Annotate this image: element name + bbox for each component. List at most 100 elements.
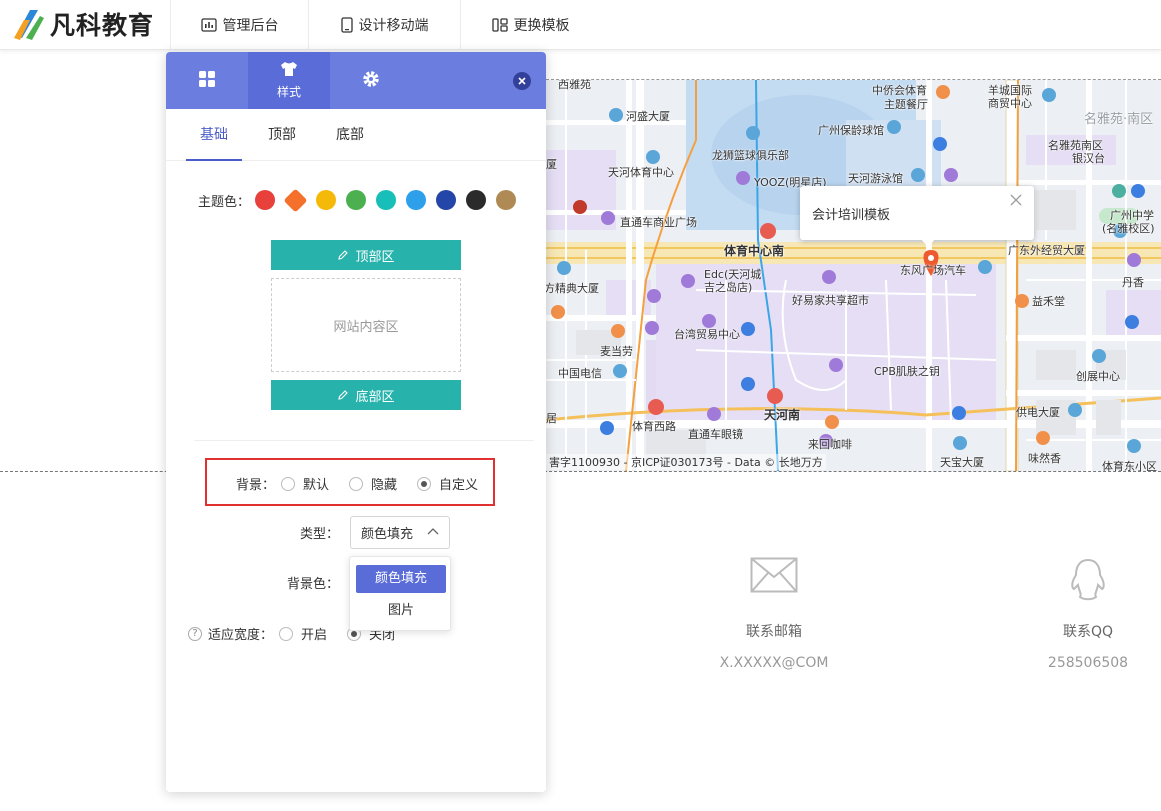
popup-arrow xyxy=(920,238,936,247)
map-label: 直通车眼镜 xyxy=(688,428,743,441)
nav-change-template[interactable]: 更换模板 xyxy=(460,0,600,50)
nav-template-label: 更换模板 xyxy=(513,18,570,34)
map-label: 主题餐厅 xyxy=(884,98,928,111)
theme-swatch-teal[interactable] xyxy=(376,190,397,210)
map-label: 来回咖啡 xyxy=(808,438,852,451)
theme-swatch-green[interactable] xyxy=(346,190,367,210)
bg-color-label: 背景色： xyxy=(287,577,340,592)
map-label: 创展中心 xyxy=(1076,370,1120,383)
panel-close-button[interactable] xyxy=(513,72,531,90)
theme-swatch-orange[interactable] xyxy=(283,187,308,213)
theme-swatch-yellow[interactable] xyxy=(316,190,337,210)
bottom-area-button[interactable]: 底部区 xyxy=(271,380,461,410)
map-label: 名雅苑·南区 xyxy=(1084,112,1154,127)
map-label: 商贸中心 xyxy=(988,97,1032,110)
fit-width-on-radio[interactable] xyxy=(279,626,294,641)
background-default-radio[interactable] xyxy=(281,476,296,491)
tab-settings[interactable] xyxy=(330,52,412,109)
tab-layout[interactable] xyxy=(166,52,248,109)
map-label: 广东外经贸大厦 xyxy=(1008,244,1085,257)
bottom-area-label: 底部区 xyxy=(355,389,395,405)
type-select[interactable]: 颜色填充 xyxy=(350,516,450,549)
map-label: 中国电信 xyxy=(558,367,602,380)
map-label: 东风广场汽车 xyxy=(900,264,966,277)
dropdown-option-image[interactable]: 图片 xyxy=(356,597,446,625)
type-label: 类型： xyxy=(300,527,340,542)
popup-title: 会计培训模板 xyxy=(812,208,891,223)
theme-swatch-blue[interactable] xyxy=(406,190,427,210)
fit-width-label: 适应宽度： xyxy=(208,628,274,643)
subtab-top[interactable]: 顶部 xyxy=(256,109,308,161)
help-icon[interactable]: ? xyxy=(188,626,202,641)
type-select-value: 颜色填充 xyxy=(361,527,414,542)
panel-header: 样式 xyxy=(166,52,546,109)
contact-email-value: X.XXXXX@COM xyxy=(719,655,829,671)
map-label: 体育中心南 xyxy=(724,244,785,258)
dropdown-option-color-fill[interactable]: 颜色填充 xyxy=(356,565,446,593)
contact-qq-label: 联系QQ xyxy=(1062,624,1114,640)
nav-mobile-label: 设计移动端 xyxy=(358,18,429,34)
nav-mobile-design[interactable]: 设计移动端 xyxy=(308,0,460,50)
map-label: 龙狮篮球俱乐部 xyxy=(712,149,789,162)
map-label: 供电大厦 xyxy=(1016,406,1060,419)
pencil-icon xyxy=(337,389,349,401)
grid-icon xyxy=(198,70,216,92)
map-label: 体育东小区 xyxy=(1102,460,1157,471)
background-custom-radio[interactable] xyxy=(417,476,432,491)
map-label: 厦 xyxy=(546,158,557,171)
style-panel: 样式 基础 顶部 底部 主题色： 顶部区 网站内容区 底部区 背景： 默认 隐藏… xyxy=(166,52,546,792)
map-label: 味然香 xyxy=(1028,452,1061,465)
map-label: 天河游泳馆 xyxy=(848,172,903,185)
map-label: 方精典大厦 xyxy=(546,282,599,295)
theme-swatch-navy[interactable] xyxy=(436,190,457,210)
map-label: 体育西路 xyxy=(632,420,676,433)
dashboard-icon xyxy=(200,18,217,32)
map-label: 益禾堂 xyxy=(1032,295,1065,308)
logo-text: 凡科教育 xyxy=(50,11,155,40)
map-widget[interactable]: 西雅苑 天河体育中心 龙狮篮球俱乐部 广州保龄球馆 中侨会体育 主题餐厅 羊城国… xyxy=(546,80,1161,471)
map-label: 直通车商业广场 xyxy=(620,216,697,229)
mobile-icon xyxy=(340,17,353,33)
type-dropdown-menu: 颜色填充 图片 xyxy=(349,556,451,631)
tab-style-label: 样式 xyxy=(276,85,301,99)
mail-icon xyxy=(714,557,834,605)
contact-email: 联系邮箱 X.XXXXX@COM xyxy=(714,557,834,671)
logo-icon xyxy=(10,6,46,42)
background-label: 背景： xyxy=(236,478,276,493)
popup-close-icon[interactable] xyxy=(1010,194,1026,210)
subtab-basic[interactable]: 基础 xyxy=(186,109,242,161)
qq-icon xyxy=(1028,557,1148,605)
map-label: 天河南 xyxy=(764,408,801,422)
theme-swatch-gold[interactable] xyxy=(496,190,517,210)
background-radio-group: 背景： 默认 隐藏 自定义 xyxy=(236,474,498,493)
nav-admin[interactable]: 管理后台 xyxy=(170,0,308,50)
template-icon xyxy=(491,18,508,32)
contact-email-label: 联系邮箱 xyxy=(746,624,802,640)
background-default-label: 默认 xyxy=(303,478,330,493)
fit-width-on-label: 开启 xyxy=(301,628,328,643)
map-label: 居 xyxy=(546,412,557,425)
subtab-bottom[interactable]: 底部 xyxy=(324,109,376,161)
map-label: 天宝大厦 xyxy=(940,456,984,469)
map-label: 银汉台 xyxy=(1072,152,1105,165)
theme-swatch-black[interactable] xyxy=(466,190,487,210)
background-hidden-radio[interactable] xyxy=(349,476,364,491)
theme-color-row: 主题色： xyxy=(198,187,526,213)
map-label: CPB肌肤之钥 xyxy=(874,365,940,378)
top-area-button[interactable]: 顶部区 xyxy=(271,240,461,270)
theme-swatch-red[interactable] xyxy=(255,190,276,210)
top-area-label: 顶部区 xyxy=(355,249,395,265)
logo[interactable]: 凡科教育 xyxy=(10,4,154,44)
pencil-icon xyxy=(337,249,349,261)
top-bar: 凡科教育 管理后台 设计移动端 更换模板 xyxy=(0,0,1161,50)
map-label: 好易家共享超市 xyxy=(792,294,869,307)
section-divider xyxy=(194,440,534,441)
gear-icon xyxy=(362,70,380,92)
map-copyright: 害字1100930 - 京ICP证030173号 - Data © 长地万方 xyxy=(546,454,826,470)
map-label: 河盛大厦 xyxy=(626,110,670,123)
nav-admin-label: 管理后台 xyxy=(222,18,279,34)
tab-style[interactable]: 样式 xyxy=(248,52,330,109)
contact-qq: 联系QQ 258506508 xyxy=(1028,557,1148,671)
map-label: (名雅校区) xyxy=(1102,222,1155,235)
chevron-up-icon xyxy=(427,526,439,542)
